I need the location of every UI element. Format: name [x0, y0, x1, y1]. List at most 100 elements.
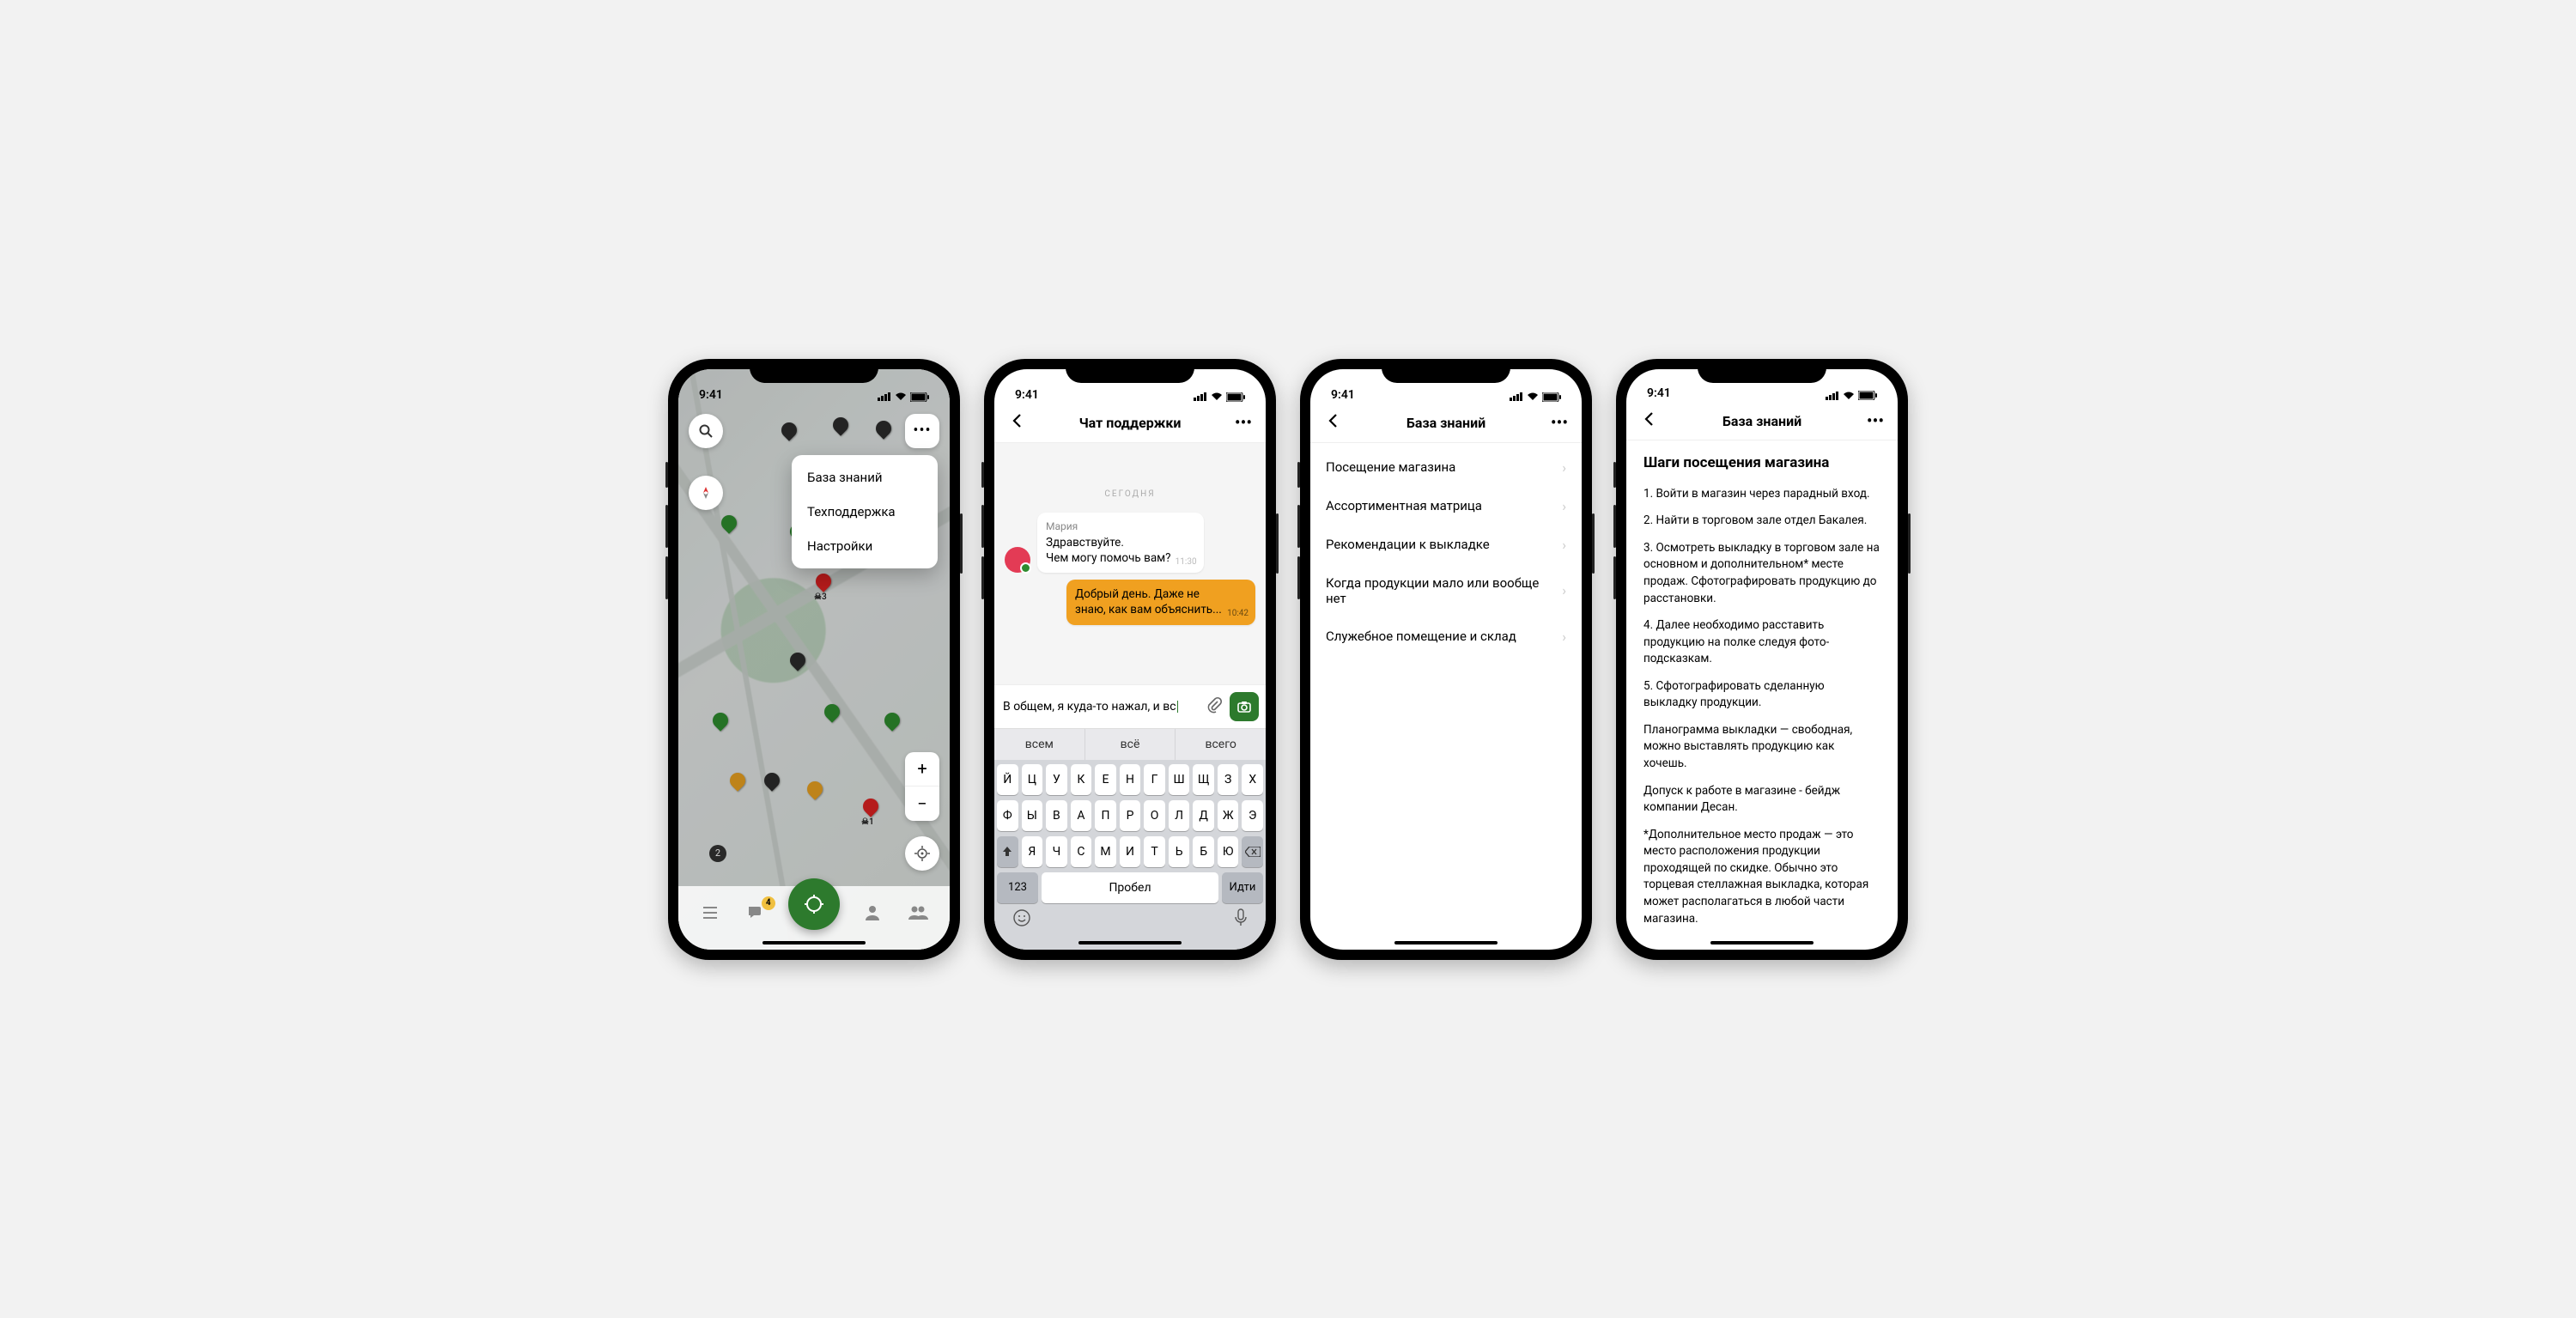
nav-team[interactable]: [905, 900, 931, 926]
chevron-right-icon: ›: [1562, 582, 1566, 598]
message-time: 10:42: [1227, 608, 1249, 620]
suggestion[interactable]: всё: [1085, 729, 1176, 760]
status-icons: [1194, 392, 1245, 402]
locate-button[interactable]: [905, 836, 939, 871]
zoom-out-button[interactable]: −: [905, 787, 939, 821]
more-button[interactable]: •••: [1549, 412, 1570, 433]
attach-button[interactable]: [1206, 696, 1223, 717]
key[interactable]: В: [1046, 800, 1067, 831]
key[interactable]: И: [1120, 836, 1141, 867]
shift-key[interactable]: [997, 836, 1018, 867]
key[interactable]: Ш: [1169, 764, 1190, 795]
key[interactable]: К: [1071, 764, 1092, 795]
key[interactable]: Т: [1144, 836, 1165, 867]
status-icons: [1826, 391, 1877, 400]
chevron-right-icon: ›: [1562, 537, 1566, 553]
mic-button[interactable]: [1234, 908, 1248, 931]
suggestion[interactable]: всего: [1176, 729, 1266, 760]
list-item[interactable]: Рекомендации к выкладке›: [1310, 525, 1582, 564]
key[interactable]: У: [1046, 764, 1067, 795]
nav-tasks[interactable]: [697, 900, 723, 926]
status-time: 9:41: [699, 388, 723, 402]
kb-list: Посещение магазина› Ассортиментная матри…: [1310, 443, 1582, 661]
menu-item-support[interactable]: Техподдержка: [792, 495, 938, 529]
status-icons: [1510, 392, 1561, 402]
numeric-key[interactable]: 123: [997, 872, 1038, 903]
message-out[interactable]: Добрый день. Даже не знаю, как вам объяс…: [1066, 580, 1255, 624]
key[interactable]: М: [1095, 836, 1116, 867]
zoom-in-button[interactable]: +: [905, 752, 939, 787]
target-icon: [803, 893, 825, 915]
key[interactable]: Я: [1022, 836, 1043, 867]
back-button[interactable]: [1006, 412, 1027, 433]
key[interactable]: С: [1071, 836, 1092, 867]
status-time: 9:41: [1647, 386, 1671, 400]
key[interactable]: Л: [1169, 800, 1190, 831]
sender-name: Мария: [1046, 519, 1171, 533]
avatar[interactable]: [1005, 547, 1030, 573]
input-bar: В общем, я куда-то нажал, и вс: [994, 684, 1266, 728]
camera-button[interactable]: [1230, 692, 1259, 721]
key[interactable]: Н: [1120, 764, 1141, 795]
back-button[interactable]: [1638, 410, 1659, 431]
key[interactable]: А: [1071, 800, 1092, 831]
more-icon: •••: [913, 422, 931, 440]
key[interactable]: Э: [1242, 800, 1263, 831]
article-para: *Дополнительное место продаж — это место…: [1643, 827, 1880, 927]
suggestion[interactable]: всем: [994, 729, 1085, 760]
key[interactable]: Д: [1193, 800, 1214, 831]
key[interactable]: П: [1095, 800, 1116, 831]
fab-target[interactable]: [788, 878, 840, 930]
key[interactable]: Ж: [1218, 800, 1239, 831]
list-item[interactable]: Ассортиментная матрица›: [1310, 487, 1582, 525]
zoom-control: + −: [905, 752, 939, 821]
go-key[interactable]: Идти: [1222, 872, 1263, 903]
chat-body[interactable]: СЕГОДНЯ Мария Здравствуйте. Чем могу пом…: [994, 443, 1266, 684]
status-time: 9:41: [1331, 388, 1355, 402]
message-input[interactable]: В общем, я куда-то нажал, и вс: [1001, 696, 1199, 717]
key[interactable]: Ц: [1022, 764, 1043, 795]
chat-badge: 4: [762, 896, 775, 910]
key[interactable]: Ф: [997, 800, 1018, 831]
menu-item-settings[interactable]: Настройки: [792, 529, 938, 563]
key[interactable]: Е: [1095, 764, 1116, 795]
key[interactable]: Б: [1193, 836, 1214, 867]
key[interactable]: Г: [1144, 764, 1165, 795]
key[interactable]: Щ: [1193, 764, 1214, 795]
key[interactable]: Р: [1120, 800, 1141, 831]
nav-chat[interactable]: 4: [743, 900, 769, 926]
back-button[interactable]: [1322, 412, 1343, 433]
backspace-icon: [1245, 847, 1261, 857]
backspace-key[interactable]: [1242, 836, 1263, 867]
more-button[interactable]: •••: [1233, 412, 1254, 433]
list-item-label: Когда продукции мало или вообще нет: [1326, 575, 1562, 606]
emoji-button[interactable]: [1012, 908, 1031, 931]
key[interactable]: Х: [1242, 764, 1263, 795]
key[interactable]: Ю: [1218, 836, 1239, 867]
more-button[interactable]: •••: [1865, 410, 1886, 431]
menu-item-knowledge[interactable]: База знаний: [792, 460, 938, 495]
key[interactable]: Ь: [1169, 836, 1190, 867]
nav-profile[interactable]: [860, 900, 885, 926]
search-button[interactable]: [689, 414, 723, 448]
key[interactable]: О: [1144, 800, 1165, 831]
article-para: 5. Сфотографировать сделанную выкладку п…: [1643, 678, 1880, 712]
list-item[interactable]: Посещение магазина›: [1310, 448, 1582, 487]
more-button[interactable]: •••: [905, 414, 939, 448]
key[interactable]: З: [1218, 764, 1239, 795]
compass-button[interactable]: [689, 476, 723, 510]
space-key[interactable]: Пробел: [1042, 872, 1218, 903]
keyboard: ЙЦУКЕНГШЩЗХ ФЫВАПРОЛДЖЭ ЯЧСМИТЬБЮ 123 Пр…: [994, 760, 1266, 950]
context-menu: База знаний Техподдержка Настройки: [792, 455, 938, 568]
article-para: 4. Далее необходимо расставить продукцию…: [1643, 617, 1880, 668]
list-item[interactable]: Когда продукции мало или вообще нет›: [1310, 564, 1582, 617]
users-icon: [908, 903, 928, 922]
emoji-icon: [1012, 908, 1031, 927]
list-item[interactable]: Служебное помещение и склад›: [1310, 617, 1582, 656]
article-body[interactable]: Шаги посещения магазина 1. Войти в магаз…: [1626, 440, 1898, 949]
message-in[interactable]: Мария Здравствуйте. Чем могу помочь вам?…: [1037, 513, 1204, 574]
key[interactable]: Й: [997, 764, 1018, 795]
key[interactable]: Ы: [1022, 800, 1043, 831]
search-icon: [698, 423, 714, 439]
key[interactable]: Ч: [1046, 836, 1067, 867]
